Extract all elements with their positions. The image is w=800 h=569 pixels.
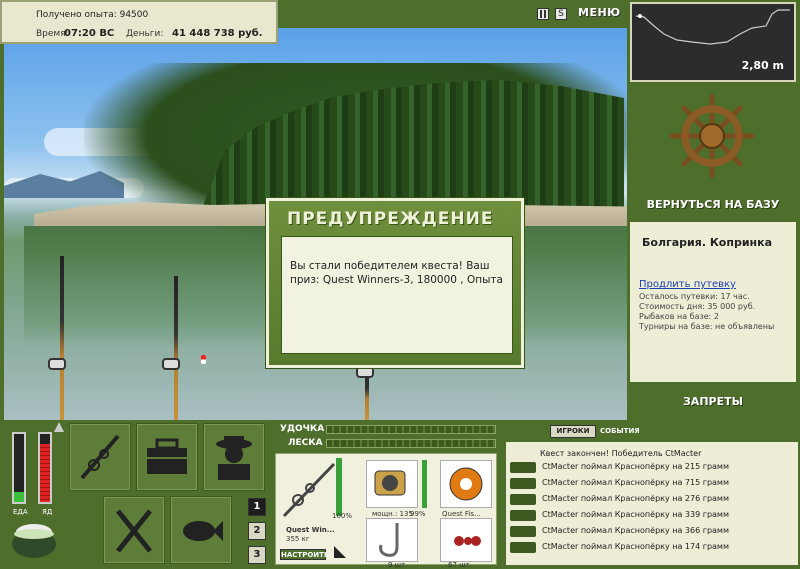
location-info: Болгария. Копринка Продлить путевку Оста… (630, 222, 796, 382)
tab-players[interactable]: ИГРОКИ (550, 425, 596, 438)
money-value: 41 448 738 руб. (172, 28, 263, 39)
arrow-up-icon (54, 422, 64, 432)
fishing-rod-1[interactable] (60, 256, 64, 420)
rod-label: УДОЧКА (280, 424, 325, 434)
fish-icon (510, 526, 536, 537)
reel-condition-bar (422, 460, 427, 508)
time-value: 07:20 ВС (64, 28, 115, 39)
hook-slot[interactable] (366, 518, 418, 562)
list-item: CtMacter поймал Краснопёрку на 276 грамм (510, 492, 794, 507)
reel-1 (48, 358, 66, 370)
rod-condition-bar (336, 458, 342, 516)
list-item: CtMacter поймал Краснопёрку на 215 грамм (510, 460, 794, 475)
tackle-box-tile[interactable] (136, 423, 198, 491)
action-panel: ЕДА ЯД 1 2 3 (0, 420, 270, 565)
bans-button[interactable]: ЗАПРЕТЫ (630, 386, 796, 418)
bobber (201, 355, 206, 364)
extend-permit-link[interactable]: Продлить путевку (639, 279, 736, 290)
fishing-rod-icon (80, 434, 120, 480)
reel-percent: 99% (410, 510, 426, 518)
info-line: Турниры на базе: не объявлены (639, 322, 775, 331)
food-label: ЕДА (13, 508, 28, 516)
poison-label: ЯД (42, 508, 53, 516)
pause-button[interactable] (537, 8, 549, 20)
player-stats: Получено опыта: 94500 Время: 07:20 ВС Де… (0, 0, 278, 44)
depth-profile: 2,80 m (630, 2, 796, 82)
fisherman-tile[interactable] (203, 423, 265, 491)
events-panel: ИГРОКИ СОБЫТИЯ Квест закончен! Победител… (502, 420, 800, 565)
bait-slot[interactable] (440, 518, 492, 562)
tab-events[interactable]: СОБЫТИЯ (600, 427, 640, 435)
rod-percent: 100% (332, 512, 353, 520)
reel-2 (162, 358, 180, 370)
base-panel: ВЕРНУТЬСЯ НА БАЗУ (630, 86, 796, 221)
rod-tension-bar (326, 425, 496, 434)
hook-icon (379, 523, 399, 557)
setup-button[interactable]: НАСТРОИТЬ (280, 549, 329, 560)
reel-icon (374, 470, 406, 496)
food-tile[interactable] (103, 496, 165, 564)
list-item: CtMacter поймал Краснопёрку на 715 грамм (510, 476, 794, 491)
money-label: Деньги: (126, 29, 164, 39)
cauldron-icon[interactable] (8, 516, 60, 560)
line-name: Quest Fis... (442, 510, 481, 518)
rod-image[interactable] (280, 460, 336, 520)
ant-bait-icon (454, 536, 481, 546)
warning-dialog[interactable]: ПРЕДУПРЕЖДЕНИЕ Вы стали победителем квес… (266, 198, 524, 368)
poison-meter (38, 432, 52, 504)
fish-icon (510, 478, 536, 489)
list-item: CtMacter поймал Краснопёрку на 366 грамм (510, 524, 794, 539)
fishing-rod-2[interactable] (174, 276, 178, 420)
info-line: Стоимость дня: 35 000 руб. (639, 302, 756, 311)
dialog-title: ПРЕДУПРЕЖДЕНИЕ (287, 209, 494, 229)
line-spool-icon (449, 467, 483, 501)
food-meter (12, 432, 26, 504)
line-label: ЛЕСКА (288, 438, 323, 448)
events-list: Квест закончен! Победитель CtMacter CtMa… (506, 442, 798, 565)
list-item: CtMacter поймал Краснопёрку на 339 грамм (510, 508, 794, 523)
fish-icon (510, 510, 536, 521)
line-tension-bar (326, 439, 496, 448)
dialog-message: Вы стали победителем квеста! Ваш приз: Q… (281, 236, 513, 354)
fish-icon (510, 462, 536, 473)
fish-tile[interactable] (170, 496, 232, 564)
food-level (14, 491, 24, 502)
bait-count: 67 шт. (448, 561, 472, 569)
info-line: Осталось путевки: 17 час. (639, 292, 750, 301)
reel-slot[interactable] (366, 460, 418, 508)
list-item: CtMacter поймал Краснопёрку на 174 грамм (510, 540, 794, 555)
rods-tile[interactable] (69, 423, 131, 491)
line-slot[interactable] (440, 460, 492, 508)
page-2-button[interactable]: 2 (248, 522, 266, 540)
hook-count: 9 шт. (388, 561, 408, 569)
location-title: Болгария. Копринка (642, 236, 773, 249)
page-1-button[interactable]: 1 (248, 498, 266, 516)
depth-value: 2,80 m (741, 59, 784, 72)
arrow-icon (334, 546, 346, 558)
info-line: Рыбаков на базе: 2 (639, 312, 719, 321)
poison-level (40, 444, 50, 502)
ship-wheel-icon[interactable] (670, 94, 754, 178)
fish-icon (510, 542, 536, 553)
experience-text: Получено опыта: 94500 (36, 10, 149, 20)
fish-icon (510, 494, 536, 505)
fisherman-icon (216, 436, 252, 480)
rod-weight: 355 кг (286, 535, 310, 543)
page-3-button[interactable]: 3 (248, 546, 266, 564)
return-to-base-button[interactable]: ВЕРНУТЬСЯ НА БАЗУ (630, 198, 796, 211)
tackle-box-icon (147, 438, 187, 474)
tackle-panel: Quest Win... 355 кг 100% НАСТРОИТЬ мощн.… (275, 453, 497, 569)
pause-icon (540, 10, 546, 18)
fork-knife-icon (116, 509, 152, 553)
sound-button[interactable]: S (555, 8, 567, 20)
menu-button[interactable]: МЕНЮ (578, 6, 621, 19)
quest-message: Квест закончен! Победитель CtMacter (540, 449, 702, 458)
fish-icon (183, 521, 223, 541)
reel-power: мощн.: 135 (372, 510, 413, 518)
rod-name: Quest Win... (286, 526, 335, 534)
